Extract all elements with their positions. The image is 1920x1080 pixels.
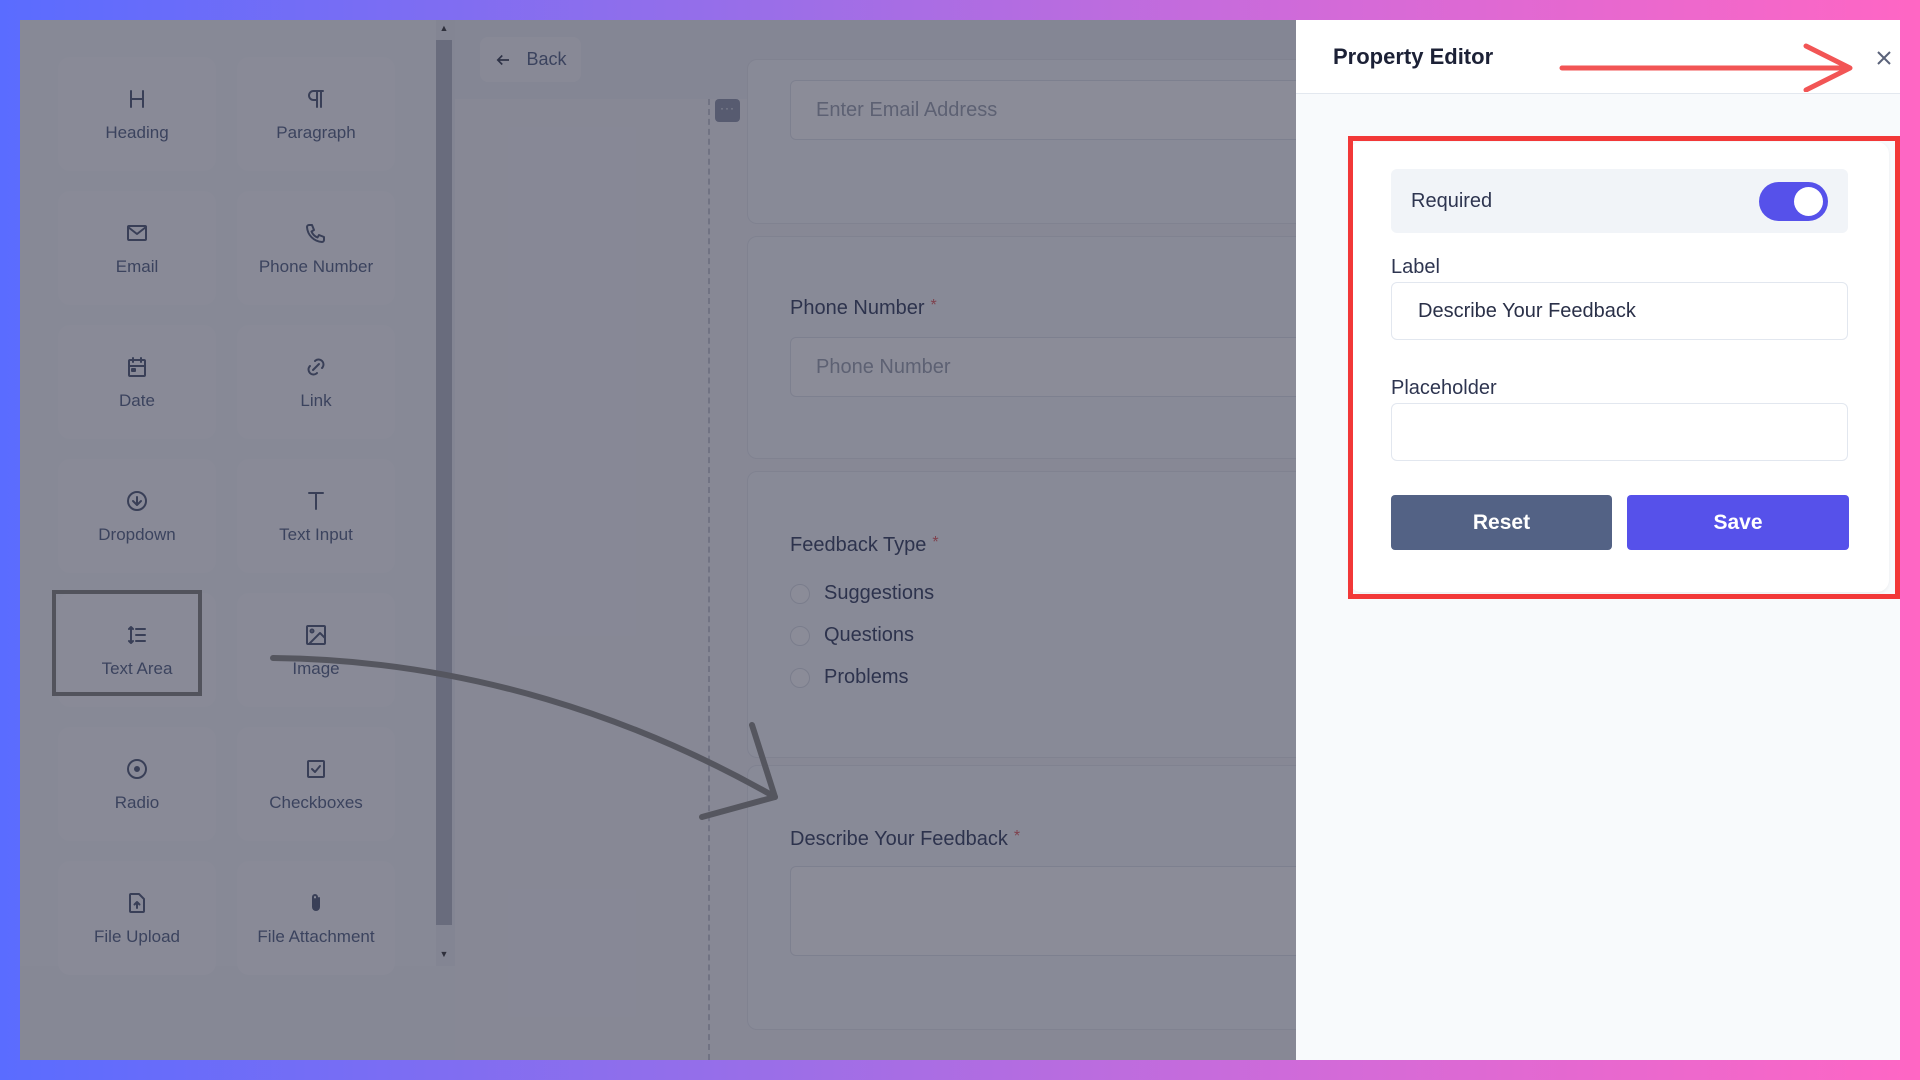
property-editor-panel: Property Editor Required Label Placehold… (1296, 20, 1900, 1060)
annotation-arrow-right-icon (1559, 43, 1853, 92)
close-button[interactable] (1871, 45, 1897, 71)
close-icon (1877, 51, 1891, 65)
property-editor-header: Property Editor (1296, 20, 1900, 94)
modal-backdrop[interactable] (20, 20, 1296, 1060)
form-builder-app: Heading Paragraph Email Phone Number Dat… (20, 20, 1900, 1060)
annotation-red-highlight-box (1348, 136, 1900, 599)
annotation-highlight-box (52, 590, 202, 696)
property-editor-title: Property Editor (1333, 44, 1494, 69)
